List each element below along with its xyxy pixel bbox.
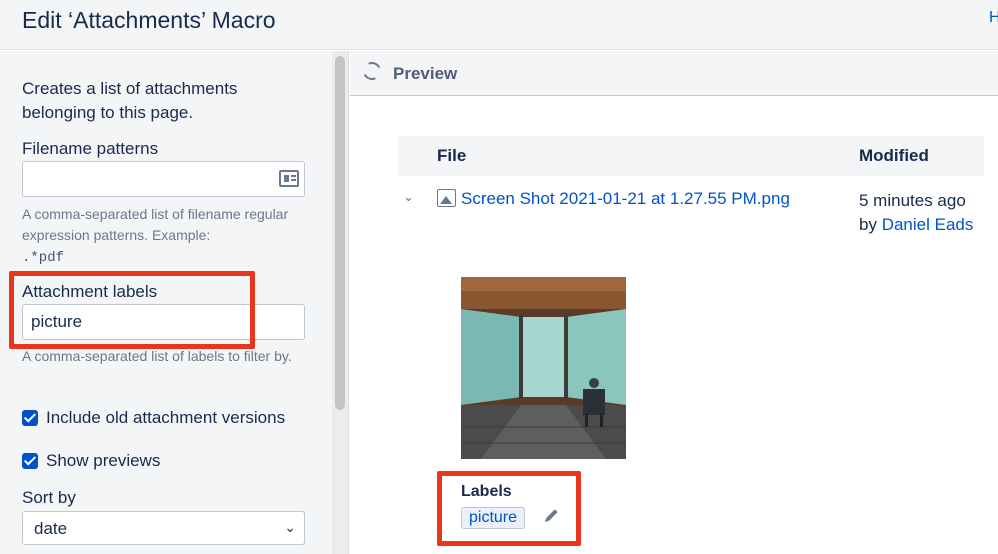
filename-patterns-help-text: A comma-separated list of filename regul… [22,206,289,243]
modified-by-prefix: by [859,215,877,234]
attachment-thumbnail[interactable] [461,277,626,459]
filename-patterns-help: A comma-separated list of filename regul… [22,204,317,269]
preview-title: Preview [393,64,458,83]
scrollbar-thumb[interactable] [335,56,345,410]
include-old-versions-checkbox[interactable] [22,410,38,426]
attachment-labels-label: Attachment labels [22,282,158,301]
expand-row-chevron-icon[interactable]: ⌄ [403,189,414,205]
macro-parameters-panel [0,51,332,554]
form-field-icon[interactable] [279,170,299,187]
sort-by-label: Sort by [22,488,76,507]
modified-by-user-link[interactable]: Daniel Eads [882,215,974,234]
attachment-labels-help: A comma-separated list of labels to filt… [22,348,292,364]
show-previews-label: Show previews [46,451,161,470]
sort-by-select[interactable]: date ⌄ [22,511,305,545]
sort-by-value: date [34,519,68,538]
dialog-title: Edit ‘Attachments’ Macro [22,7,276,33]
include-old-versions-label: Include old attachment versions [46,408,286,427]
include-old-versions-row[interactable]: Include old attachment versions [22,407,285,429]
pencil-icon[interactable] [546,509,558,521]
dialog-header: Edit ‘Attachments’ Macro H [0,0,998,50]
label-chip-picture[interactable]: picture [461,507,526,529]
image-file-icon [437,189,456,207]
show-previews-checkbox[interactable] [22,453,38,469]
modified-info: 5 minutes ago by Daniel Eads [859,189,989,237]
file-column-header[interactable]: File [437,146,466,166]
chevron-down-icon: ⌄ [284,519,296,535]
help-link[interactable]: H [989,9,998,27]
macro-description: Creates a list of attachments belonging … [22,79,238,122]
labels-title: Labels [461,483,512,500]
filename-patterns-example: .*pdf [22,250,65,266]
show-previews-row[interactable]: Show previews [22,450,160,472]
modified-time: 5 minutes ago [859,191,966,210]
modified-column-header[interactable]: Modified [859,146,929,166]
filename-patterns-label: Filename patterns [22,139,159,158]
attachment-file-link[interactable]: Screen Shot 2021-01-21 at 1.27.55 PM.png [461,189,790,209]
attachment-labels-input[interactable] [22,304,305,340]
filename-patterns-input[interactable] [22,161,305,197]
